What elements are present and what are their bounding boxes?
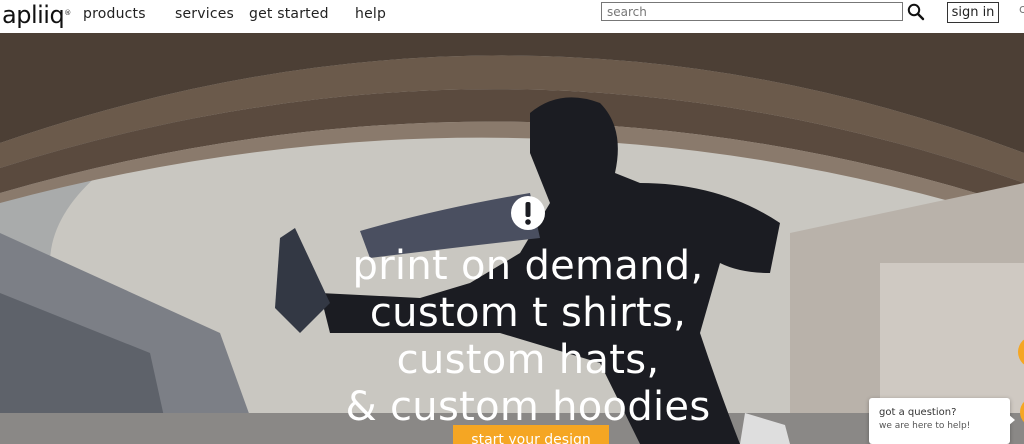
headline-line-2: custom t shirts, [369, 290, 687, 336]
chat-bubble-tail [1008, 414, 1015, 426]
top-navbar: apliiq® products services get started he… [0, 0, 1024, 33]
nav-get-started[interactable]: get started [249, 5, 329, 23]
headline-line-4: & custom hoodies [345, 384, 711, 430]
chat-title: got a question? [879, 407, 957, 418]
search-input[interactable] [601, 2, 903, 21]
registered-mark: ® [64, 9, 71, 17]
search-icon[interactable] [907, 3, 925, 21]
hero-headline: print on demand, custom t shirts, custom… [280, 243, 776, 431]
headline-line-3: custom hats, [396, 337, 660, 383]
logo-text: apliiq [2, 1, 65, 29]
nav-services[interactable]: services [175, 5, 234, 23]
cart-link-partial[interactable]: c [1019, 2, 1024, 16]
nav-help[interactable]: help [355, 5, 386, 23]
exclamation-icon [511, 196, 545, 230]
nav-products[interactable]: products [83, 5, 146, 23]
chat-prompt-bubble[interactable]: got a question? we are here to help! [869, 398, 1010, 444]
apliiq-logo[interactable]: apliiq® [2, 0, 71, 30]
chat-subtitle: we are here to help! [879, 421, 971, 431]
hero-banner: print on demand, custom t shirts, custom… [0, 33, 1024, 444]
headline-line-1: print on demand, [352, 243, 704, 289]
sign-in-button[interactable]: sign in [947, 2, 999, 23]
start-design-button[interactable]: start your design [453, 425, 609, 444]
